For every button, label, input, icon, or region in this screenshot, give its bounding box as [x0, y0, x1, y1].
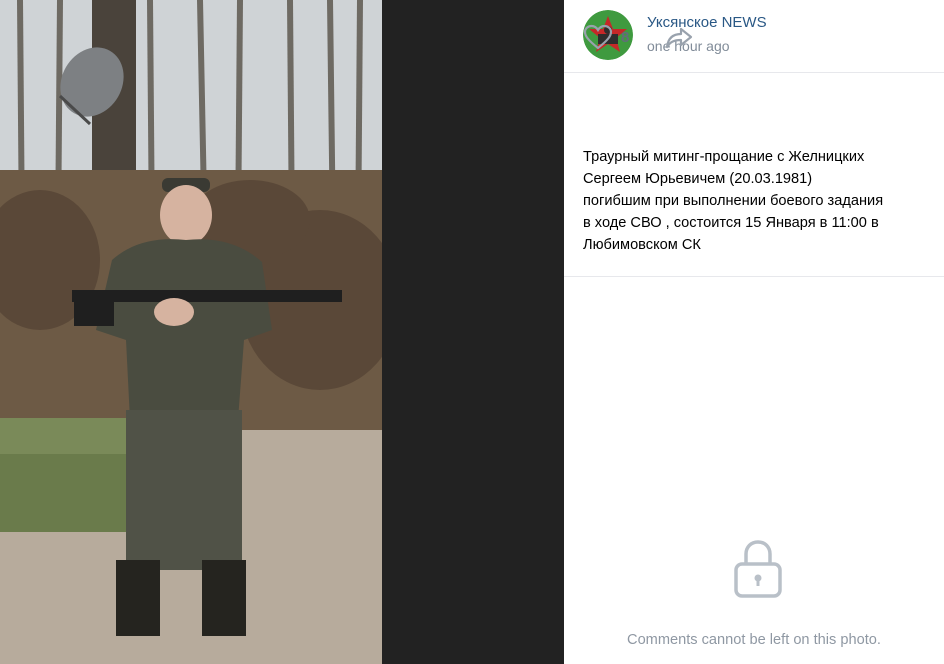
post-text-line: Сергеем Юрьевичем (20.03.1981): [583, 171, 813, 187]
photo[interactable]: [0, 0, 382, 664]
like-count: 8: [621, 28, 630, 46]
share-arrow-icon: [665, 27, 693, 49]
lock-icon: [732, 538, 784, 605]
post-panel: Уксянское NEWS one hour ago 8 Траурный м…: [564, 0, 944, 664]
heart-icon: [583, 24, 613, 50]
share-button[interactable]: [664, 26, 694, 55]
divider: [564, 276, 944, 277]
comments-disabled-text: Comments cannot be left on this photo.: [627, 632, 881, 648]
post-text-line: погибшим при выполнении боевого задания: [583, 193, 884, 209]
like-button[interactable]: 8: [583, 24, 629, 50]
post-text-line: в ходе СВО , состоится 15 Января в 11:00…: [583, 215, 879, 231]
photo-viewer: [0, 0, 564, 664]
post-text-line: Любимовском СК: [583, 237, 701, 253]
photo-image: [0, 0, 382, 664]
post-text-line: Траурный митинг-прощание с Желницких: [583, 149, 865, 165]
post-text: Траурный митинг-прощание с Желницких Сер…: [583, 146, 928, 256]
